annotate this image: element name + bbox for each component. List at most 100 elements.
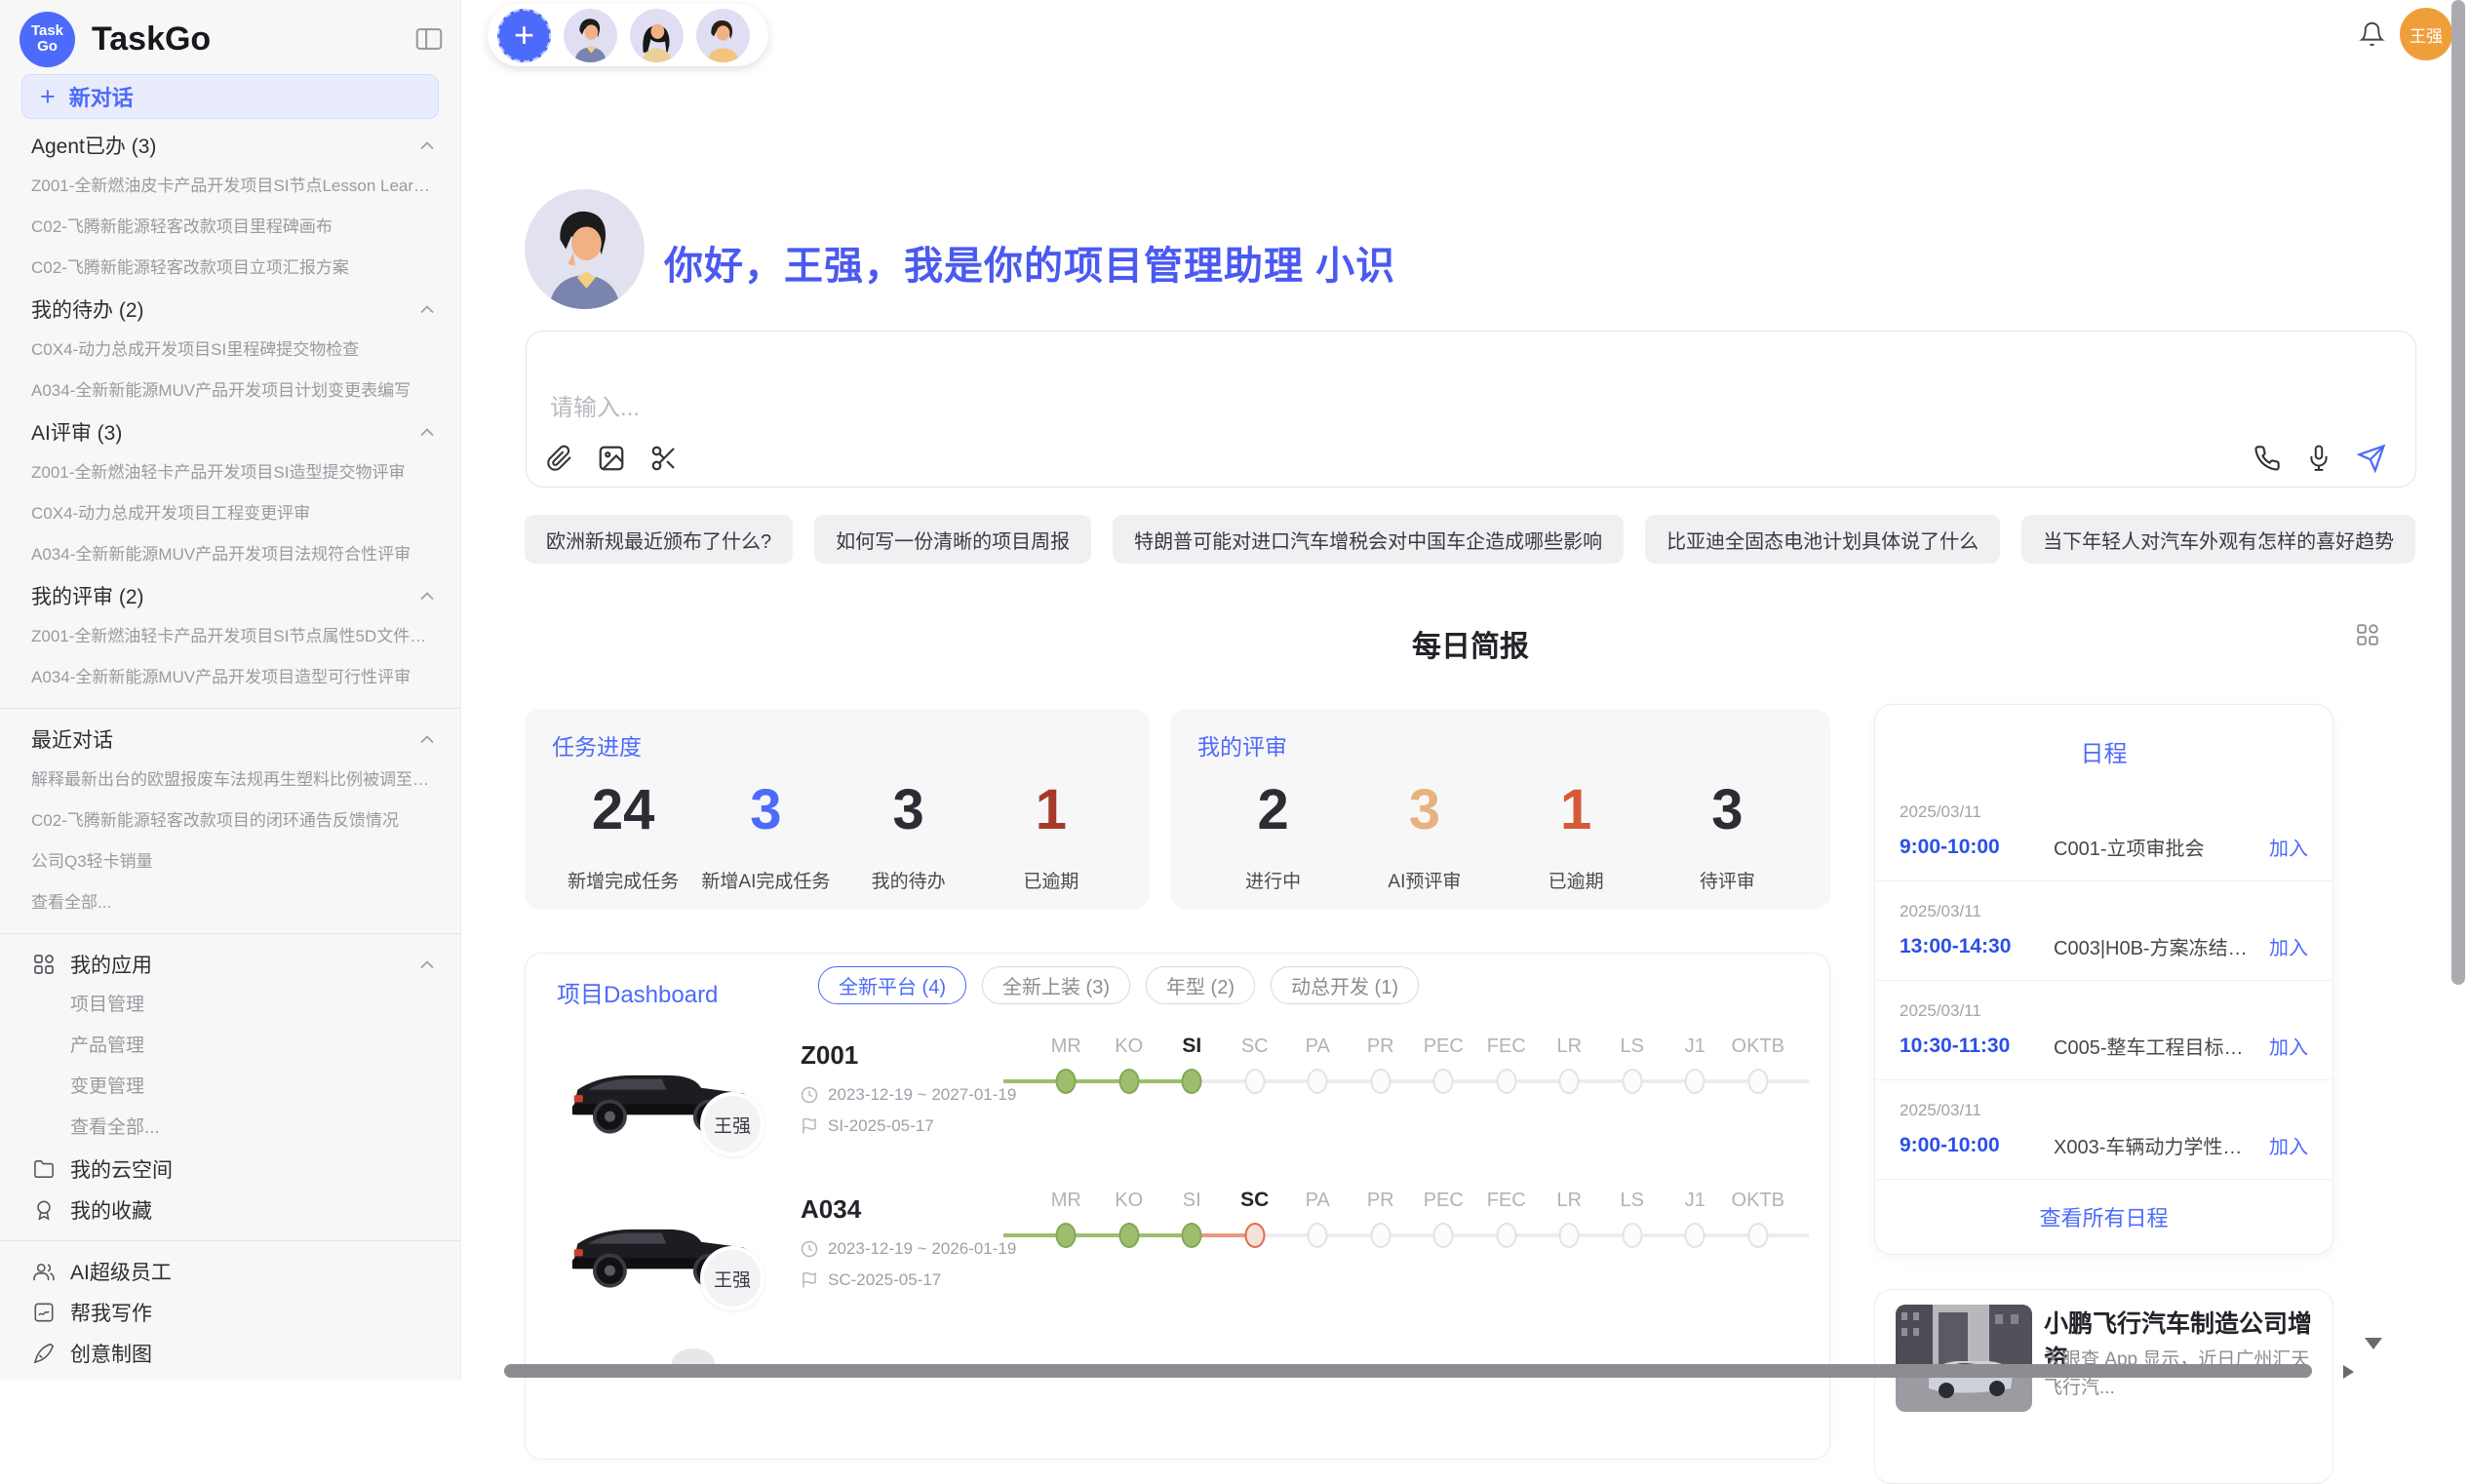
filter-chip[interactable]: 全新平台 (4)	[818, 966, 966, 1004]
sidebar-item-creative-draw[interactable]: 创意制图	[0, 1333, 460, 1374]
collapse-sidebar-icon[interactable]	[415, 27, 443, 51]
section-header[interactable]: Agent已办 (3)	[0, 125, 460, 166]
list-item[interactable]: Z001-全新燃油轻卡产品开发项目SI造型提交物评审	[0, 452, 460, 493]
milestone: LR	[1538, 1187, 1601, 1249]
app-item[interactable]: 变更管理	[0, 1067, 460, 1108]
join-button[interactable]: 加入	[2269, 1032, 2308, 1060]
horizontal-scrollbar[interactable]	[504, 1364, 2312, 1378]
stat-label: 新增AI完成任务	[694, 867, 837, 893]
join-button[interactable]: 加入	[2269, 932, 2308, 960]
composer-left-tools	[546, 444, 679, 473]
app-sub-items: 项目管理产品管理变更管理查看全部...	[0, 985, 460, 1149]
milestone-dot	[1182, 1069, 1202, 1094]
milestone: SC	[1224, 1187, 1287, 1249]
stat-column: 2 进行中	[1197, 779, 1349, 893]
add-session-button[interactable]: +	[497, 9, 551, 62]
list-item[interactable]: C02-飞腾新能源轻客改款项目里程碑画布	[0, 207, 460, 248]
view-all-schedule-link[interactable]: 查看所有日程	[1875, 1201, 2332, 1232]
suggestion-chip[interactable]: 欧洲新规最近颁布了什么?	[525, 515, 793, 564]
milestone-label: SI	[1160, 1033, 1224, 1060]
app-item[interactable]: 查看全部...	[0, 1108, 460, 1149]
image-upload-icon[interactable]	[597, 444, 626, 473]
schedule-event: 2025/03/11 9:00-10:00 X003-车辆动力学性能验... 加…	[1875, 1080, 2332, 1180]
join-button[interactable]: 加入	[2269, 833, 2308, 861]
list-item[interactable]: 公司Q3轻卡销量	[0, 841, 460, 882]
filter-chip[interactable]: 年型 (2)	[1146, 966, 1255, 1004]
scroll-right-arrow-icon[interactable]	[2343, 1365, 2354, 1379]
milestone-dot	[1685, 1223, 1705, 1248]
new-chat-button[interactable]: + 新对话	[21, 74, 439, 119]
list-item[interactable]: A034-全新新能源MUV产品开发项目法规符合性评审	[0, 534, 460, 575]
list-item[interactable]: 解释最新出台的欧盟报废车法规再生塑料比例被调至15%...	[0, 760, 460, 801]
list-item[interactable]: A034-全新新能源MUV产品开发项目造型可行性评审	[0, 657, 460, 698]
list-item[interactable]: A034-全新新能源MUV产品开发项目计划变更表编写	[0, 371, 460, 411]
list-item[interactable]: C0X4-动力总成开发项目工程变更评审	[0, 493, 460, 534]
voice-call-icon[interactable]	[2253, 445, 2281, 472]
project-row[interactable]: 王强 Z001 2023-12-19 ~ 2027-01-19 SI-2025-…	[526, 1033, 1829, 1187]
suggestion-chip[interactable]: 比亚迪全固态电池计划具体说了什么	[1645, 515, 2000, 564]
milestone-label: J1	[1664, 1033, 1727, 1060]
card-label: 任务进度	[552, 728, 1122, 762]
assistant-avatar	[525, 189, 645, 309]
section-header-label: AI评审 (3)	[31, 417, 122, 447]
list-item[interactable]: 查看全部...	[0, 882, 460, 923]
milestone-dot	[1244, 1069, 1265, 1094]
app-title: TaskGo	[92, 20, 211, 59]
milestone-label: MR	[1035, 1187, 1098, 1214]
stat-value: 2	[1197, 779, 1349, 841]
schedule-event: 2025/03/11 13:00-14:30 C003|H0B-方案冻结评审 加…	[1875, 881, 2332, 981]
sidebar-section: 我的待办 (2) C0X4-动力总成开发项目SI里程碑提交物检查A034-全新新…	[0, 289, 460, 411]
milestone-label: PR	[1350, 1033, 1413, 1060]
sidebar-item-ai-staff[interactable]: AI超级员工	[0, 1251, 460, 1292]
briefing-layout-icon[interactable]	[2356, 623, 2379, 646]
microphone-icon[interactable]	[2306, 444, 2332, 473]
suggestion-chip[interactable]: 当下年轻人对汽车外观有怎样的喜好趋势	[2021, 515, 2415, 564]
app-item[interactable]: 项目管理	[0, 985, 460, 1026]
project-flag: SI-2025-05-17	[801, 1116, 934, 1136]
recent-chats-header[interactable]: 最近对话	[0, 719, 460, 760]
chat-input[interactable]	[548, 394, 1722, 423]
event-time: 13:00-14:30	[1900, 935, 2034, 958]
milestone-label: LS	[1601, 1187, 1665, 1214]
app-item[interactable]: 产品管理	[0, 1026, 460, 1067]
sidebar-item-cloud-space[interactable]: 我的云空间	[0, 1149, 460, 1190]
suggestion-chip[interactable]: 特朗普可能对进口汽车增税会对中国车企造成哪些影响	[1113, 515, 1624, 564]
badge-icon	[33, 1199, 55, 1221]
project-flag-text: SI-2025-05-17	[828, 1116, 934, 1136]
filter-chip[interactable]: 全新上装 (3)	[982, 966, 1130, 1004]
scissors-icon[interactable]	[649, 444, 679, 473]
filter-chip[interactable]: 动总开发 (1)	[1271, 966, 1419, 1004]
section-header[interactable]: AI评审 (3)	[0, 411, 460, 452]
attachment-icon[interactable]	[546, 444, 573, 473]
milestone: PR	[1350, 1033, 1413, 1095]
task-progress-card: 任务进度 24 新增完成任务 3 新增AI完成任务 3 我的待办 1 已逾期	[525, 709, 1150, 910]
milestone: FEC	[1475, 1033, 1539, 1095]
section-header[interactable]: 我的评审 (2)	[0, 575, 460, 616]
list-item[interactable]: C02-飞腾新能源轻客改款项目立项汇报方案	[0, 248, 460, 289]
milestone-dot	[1244, 1223, 1265, 1248]
member-avatar[interactable]	[564, 9, 617, 62]
send-icon[interactable]	[2357, 444, 2386, 473]
logo-text-2: Go	[37, 39, 58, 55]
vertical-scrollbar[interactable]	[2451, 0, 2465, 985]
user-avatar[interactable]: 王强	[2400, 8, 2452, 60]
join-button[interactable]: 加入	[2269, 1131, 2308, 1159]
list-item[interactable]: Z001-全新燃油轻卡产品开发项目SI节点属性5D文件评审	[0, 616, 460, 657]
list-item[interactable]: C0X4-动力总成开发项目SI里程碑提交物检查	[0, 330, 460, 371]
member-avatar[interactable]	[630, 9, 684, 62]
stat-label: 我的待办	[838, 867, 980, 893]
project-row[interactable]: 王强 A034 2023-12-19 ~ 2026-01-19 SC-2025-…	[526, 1187, 1829, 1341]
suggestion-chip[interactable]: 如何写一份清晰的项目周报	[814, 515, 1091, 564]
section-header[interactable]: 我的待办 (2)	[0, 289, 460, 330]
news-card[interactable]: 小鹏飞行汽车制造公司增资 天眼查 App 显示，近日广州汇天飞行汽...	[1874, 1289, 2333, 1484]
sidebar-item-help-write[interactable]: 帮我写作	[0, 1292, 460, 1333]
section-items: Z001-全新燃油轻卡产品开发项目SI节点属性5D文件评审A034-全新新能源M…	[0, 616, 460, 698]
scroll-down-arrow-icon[interactable]	[2365, 1338, 2382, 1349]
sidebar-item-my-apps[interactable]: 我的应用	[0, 944, 460, 985]
sidebar-item-favorites[interactable]: 我的收藏	[0, 1190, 460, 1230]
member-avatar[interactable]	[696, 9, 750, 62]
list-item[interactable]: C02-飞腾新能源轻客改款项目的闭环通告反馈情况	[0, 801, 460, 841]
list-item[interactable]: Z001-全新燃油皮卡产品开发项目SI节点Lesson Learn报告	[0, 166, 460, 207]
notification-bell-icon[interactable]	[2359, 20, 2385, 48]
app-logo: Task Go	[20, 12, 75, 67]
